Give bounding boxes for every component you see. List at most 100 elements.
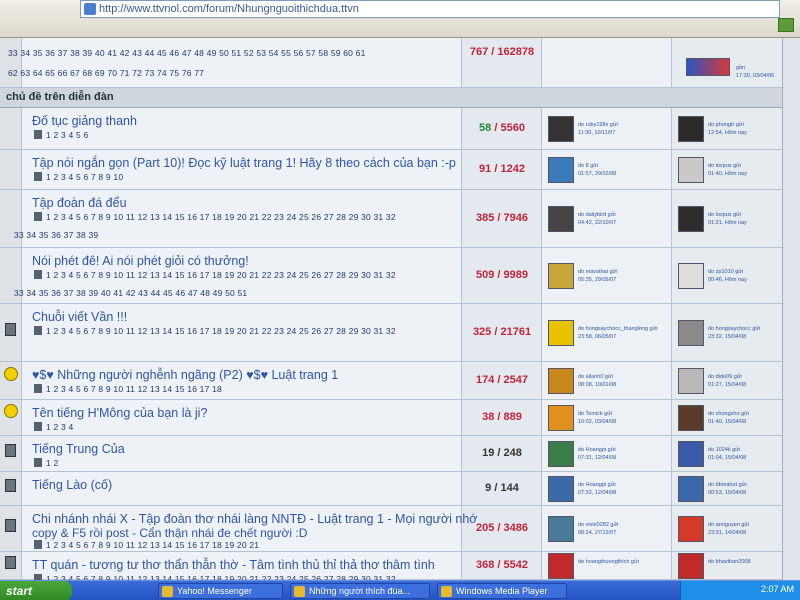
last-post-meta[interactable]: do bbmahot gửi 00:53, 15/04/08: [708, 481, 747, 497]
topic-title-link[interactable]: Tiếng Lào (cố): [32, 478, 112, 492]
last-poster-avatar[interactable]: [678, 116, 704, 142]
topic-title-link[interactable]: TT quán - tương tư thơ thẩn thẫn thờ - T…: [32, 558, 435, 572]
page-numbers[interactable]: 1 2 3 4 5 6 7 8 9 10 11 12 13 14 15 16 1…: [46, 326, 396, 336]
page-links[interactable]: 33 34 35 36 37 38 39: [14, 230, 98, 240]
first-poster-avatar[interactable]: [548, 263, 574, 289]
page-links[interactable]: 1 2 3 4: [34, 422, 73, 432]
first-post-meta[interactable]: do ruby198x gửi 11:30, 10/11/07: [578, 121, 618, 137]
pages-icon: [34, 212, 42, 221]
table-row: Đố tục giảng thanh 1 2 3 4 5 6 58 / 5560 do…: [0, 108, 800, 150]
topic-title-link[interactable]: Tập đoàn đá đểu: [32, 196, 127, 210]
topic-title-link[interactable]: copy & F5 rồi post - Cẩn thận nhái đe ch…: [32, 526, 307, 540]
topic-title-link[interactable]: Đố tục giảng thanh: [32, 114, 137, 128]
page-links[interactable]: 33 34 35 36 37 38 39 40 41 42 43 44 45 4…: [8, 48, 366, 58]
page-links[interactable]: 1 2 3 4 5 6 7 8 9 10 11 12 13 14 15 16 1…: [34, 326, 396, 336]
first-poster-avatar[interactable]: [548, 206, 574, 232]
first-poster-avatar[interactable]: [548, 368, 574, 394]
last-post-meta[interactable]: do zp1010 gửi 00:46, Hôm nay: [708, 268, 747, 284]
first-post-meta[interactable]: do vivie0282 gửi 08:24, 27/12/07: [578, 521, 618, 537]
first-poster-avatar[interactable]: [548, 405, 574, 431]
first-poster-avatar[interactable]: [548, 116, 574, 142]
page-numbers[interactable]: 1 2: [46, 458, 58, 468]
first-post-meta[interactable]: do hongsaychocc_thanglong gửi 23:58, 06/…: [578, 325, 658, 341]
count-separator: /: [494, 559, 504, 571]
first-post-meta[interactable]: do Hoangpi gửi 07:32, 12/04/08: [578, 481, 616, 497]
view-count: 7946: [503, 212, 528, 224]
last-poster-avatar[interactable]: [686, 58, 730, 76]
first-poster-avatar[interactable]: [548, 516, 574, 542]
table-row: Tiếng Lào (cố) 9 / 144 do Hoangpi gửi 07:3…: [0, 472, 800, 506]
view-count: 889: [503, 411, 522, 423]
page-numbers[interactable]: 1 2 3 4 5 6 7 8 9 10 11 12 13 14 15 16 1…: [46, 384, 222, 394]
page-numbers[interactable]: 1 2 3 4 5 6 7 8 9 10 11 12 13 14 15 16 1…: [46, 270, 396, 280]
topic-title-link[interactable]: ♥$♥ Những người nghễnh ngãng (P2) ♥$♥ Lu…: [32, 368, 338, 382]
last-poster-avatar[interactable]: [678, 405, 704, 431]
last-poster-avatar[interactable]: [678, 368, 704, 394]
page-links[interactable]: 1 2 3 4 5 6 7 8 9 10: [34, 172, 123, 182]
reply-count: 91: [479, 163, 492, 175]
first-post-meta[interactable]: do hoangthuongthich gửi: [578, 558, 639, 566]
topic-title-link[interactable]: Tập nói ngắn gọn (Part 10)! Đọc kỹ luật …: [32, 156, 456, 170]
last-post-meta[interactable]: do dido09 gửi 01:27, 15/04/08: [708, 373, 746, 389]
page-links[interactable]: 1 2 3 4 5 6: [34, 130, 88, 140]
last-post-meta[interactable]: do bhavthan2008: [708, 558, 751, 566]
page-numbers[interactable]: 1 2 3 4 5 6 7 8 9 10 11 12 13 14 15 16 1…: [46, 540, 259, 550]
last-post-meta[interactable]: do phongtr gửi 12:54, Hôm nay: [708, 121, 747, 137]
page-links[interactable]: 1 2 3 4 5 6 7 8 9 10 11 12 13 14 15 16 1…: [34, 540, 259, 550]
first-post-meta[interactable]: do allanh0 gửi 08:08, 10/01/08: [578, 373, 616, 389]
last-poster-avatar[interactable]: [678, 516, 704, 542]
last-post-meta: gần 17:30, 03/04/06: [736, 65, 775, 79]
page-links[interactable]: 1 2 3 4 5 6 7 8 9 10 11 12 13 14 15 16 1…: [34, 212, 396, 222]
first-post-meta[interactable]: do Hoangpi gửi 07:31, 12/04/08: [578, 446, 616, 462]
last-poster-avatar[interactable]: [678, 441, 704, 467]
topic-title-link[interactable]: Chi nhánh nhái X - Tập đoàn thơ nhái làn…: [32, 512, 477, 526]
reply-count: 385: [475, 212, 495, 224]
last-poster-avatar[interactable]: [678, 157, 704, 183]
page-links[interactable]: 33 34 35 36 37 38 39 40 41 42 43 44 45 4…: [14, 288, 247, 298]
pages-icon: [34, 270, 42, 279]
last-poster-avatar[interactable]: [678, 553, 704, 579]
page-links[interactable]: 1 2 3 4 5 6 7 8 9 10 11 12 13 14 15 16 1…: [34, 270, 396, 280]
task-yahoo-messenger[interactable]: Yahoo! Messenger: [158, 583, 283, 599]
topic-title-link[interactable]: Tiếng Trung Của: [32, 442, 125, 456]
reply-count: 58: [479, 122, 492, 134]
last-post-meta[interactable]: do annguyen gửi 23:31, 14/04/08: [708, 521, 749, 537]
last-post-meta[interactable]: do lovpus gửi 01:21, Hôm nay: [708, 211, 747, 227]
url-field[interactable]: http://www.ttvnol.com/forum/Nhungnguoith…: [80, 0, 780, 18]
page-numbers[interactable]: 1 2 3 4 5 6 7 8 9 10: [46, 172, 123, 182]
last-post-meta[interactable]: do chongsho gửi 01:40, 15/04/08: [708, 410, 749, 426]
page-links[interactable]: 62 63 64 65 66 67 68 69 70 71 72 73 74 7…: [8, 68, 204, 78]
first-poster-avatar[interactable]: [548, 476, 574, 502]
last-post-meta[interactable]: do 1024k gửi 01:04, 15/04/08: [708, 446, 746, 462]
view-count: 5560: [500, 122, 525, 134]
reply-count: 19: [482, 447, 495, 459]
first-poster-avatar[interactable]: [548, 320, 574, 346]
reply-view-count: 91 / 1242: [462, 163, 542, 175]
last-poster-avatar[interactable]: [678, 320, 704, 346]
task-media-player[interactable]: Windows Media Player: [437, 583, 567, 599]
first-poster-avatar[interactable]: [548, 157, 574, 183]
first-poster-avatar[interactable]: [548, 441, 574, 467]
topic-title-link[interactable]: Tên tiếng H'Mông của bạn là ji?: [32, 406, 207, 420]
go-button[interactable]: [778, 18, 794, 32]
last-post-meta[interactable]: do hongsaychocc gửi 23:32, 15/04/08: [708, 325, 760, 341]
page-numbers[interactable]: 1 2 3 4 5 6: [46, 130, 88, 140]
last-poster-avatar[interactable]: [678, 206, 704, 232]
page-links[interactable]: 1 2 3 4 5 6 7 8 9 10 11 12 13 14 15 16 1…: [34, 384, 222, 394]
task-browser[interactable]: Những người thích đùa...: [290, 583, 430, 599]
first-post-meta[interactable]: do 8 gửi 01:57, 29/02/08: [578, 162, 616, 178]
page-links[interactable]: 1 2: [34, 458, 58, 468]
vertical-scrollbar[interactable]: [782, 38, 800, 580]
topic-title-link[interactable]: Nói phét đê! Ai nói phét giỏi có thưởng!: [32, 254, 249, 268]
last-poster-avatar[interactable]: [678, 476, 704, 502]
first-poster-avatar[interactable]: [548, 553, 574, 579]
start-button[interactable]: start: [0, 581, 72, 600]
page-numbers[interactable]: 1 2 3 4 5 6 7 8 9 10 11 12 13 14 15 16 1…: [46, 212, 396, 222]
first-post-meta[interactable]: do Tomick gửi 10:02, 03/04/08: [578, 410, 616, 426]
page-numbers[interactable]: 1 2 3 4: [46, 422, 73, 432]
first-post-meta[interactable]: do mavathai gửi 05:35, 29/05/07: [578, 268, 617, 284]
last-post-meta[interactable]: do lovpus gửi 01:40, Hôm nay: [708, 162, 747, 178]
topic-title-link[interactable]: Chuỗi viết Vần !!!: [32, 310, 127, 324]
first-post-meta[interactable]: do dailybird gửi 04:42, 22/10/07: [578, 211, 616, 227]
last-poster-avatar[interactable]: [678, 263, 704, 289]
